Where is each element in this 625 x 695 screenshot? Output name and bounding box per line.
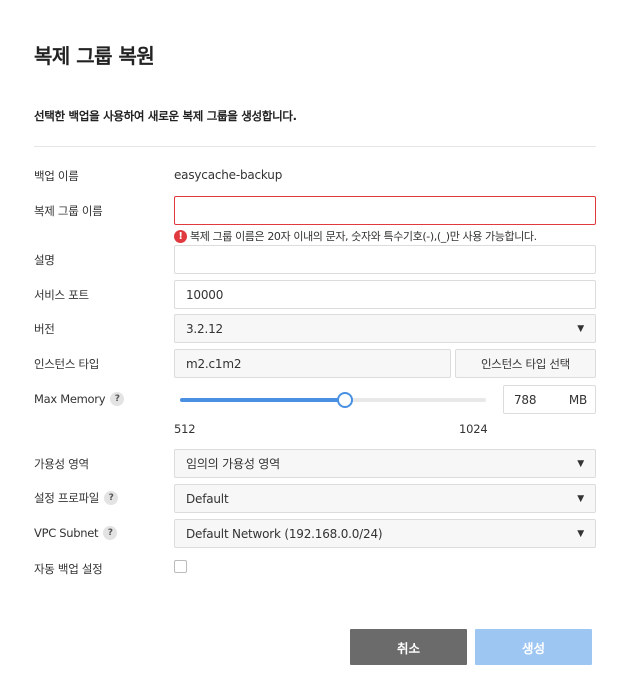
header-divider [34,146,596,147]
config-profile-label-text: 설정 프로파일 [34,491,100,505]
description-input[interactable] [174,245,596,274]
group-name-input[interactable] [174,196,596,225]
version-label: 버전 [34,321,55,337]
slider-min-label: 512 [174,422,196,436]
availability-zone-select[interactable]: 임의의 가용성 영역 ▼ [174,449,596,478]
vpc-subnet-value: Default Network (192.168.0.0/24) [186,526,383,541]
availability-zone-label-text: 가용성 영역 [34,457,89,471]
instance-type-field: m2.c1m2 [174,349,451,378]
vpc-subnet-label-text: VPC Subnet [34,526,99,540]
version-select[interactable]: 3.2.12 ▼ [174,314,596,343]
group-name-error: ! 복제 그룹 이름은 20자 이내의 문자, 숫자와 특수기호(-),(_)만… [174,228,537,244]
dialog-title: 복제 그룹 복원 [34,44,155,68]
help-icon[interactable]: ? [110,392,125,406]
max-memory-label-text: Max Memory [34,392,106,406]
service-port-label: 서비스 포트 [34,287,89,303]
version-value: 3.2.12 [186,321,223,336]
max-memory-value: 788 [514,392,537,407]
backup-name-value: easycache-backup [174,168,283,182]
description-label: 설명 [34,252,55,268]
auto-backup-label-text: 자동 백업 설정 [34,562,103,576]
select-instance-type-button[interactable]: 인스턴스 타입 선택 [455,349,596,378]
slider-max-label: 1024 [459,422,488,436]
instance-type-value: m2.c1m2 [186,356,242,371]
availability-zone-label: 가용성 영역 [34,456,89,472]
config-profile-label: 설정 프로파일 ? [34,490,119,506]
group-name-label-text: 복제 그룹 이름 [34,204,103,218]
config-profile-value: Default [186,491,229,506]
backup-name-label-text: 백업 이름 [34,169,79,183]
description-label-text: 설명 [34,253,55,267]
instance-type-label-text: 인스턴스 타입 [34,357,100,371]
dialog-subtitle: 선택한 백업을 사용하여 새로운 복제 그룹을 생성합니다. [34,109,297,123]
max-memory-input[interactable]: 788 MB [503,385,596,414]
backup-name-label: 백업 이름 [34,168,79,184]
max-memory-unit: MB [568,392,587,407]
create-button[interactable]: 생성 [475,629,592,665]
service-port-input[interactable]: 10000 [174,280,596,309]
max-memory-label: Max Memory ? [34,392,125,406]
chevron-down-icon: ▼ [577,458,584,469]
auto-backup-label: 자동 백업 설정 [34,561,103,577]
service-port-value: 10000 [186,287,224,302]
version-label-text: 버전 [34,322,55,336]
slider-handle[interactable] [336,392,353,408]
max-memory-slider[interactable] [180,392,486,408]
help-icon[interactable]: ? [103,526,118,540]
config-profile-select[interactable]: Default ▼ [174,484,596,513]
group-name-error-text: 복제 그룹 이름은 20자 이내의 문자, 숫자와 특수기호(-),(_)만 사… [190,230,537,243]
cancel-button[interactable]: 취소 [350,629,467,665]
instance-type-label: 인스턴스 타입 [34,356,99,372]
availability-zone-value: 임의의 가용성 영역 [186,457,280,471]
auto-backup-checkbox[interactable] [174,560,187,573]
error-icon: ! [174,229,187,243]
help-icon[interactable]: ? [104,491,119,505]
service-port-label-text: 서비스 포트 [34,288,89,302]
chevron-down-icon: ▼ [577,493,584,504]
chevron-down-icon: ▼ [577,528,584,539]
slider-fill [180,398,345,402]
vpc-subnet-label: VPC Subnet ? [34,526,118,540]
chevron-down-icon: ▼ [577,323,584,334]
vpc-subnet-select[interactable]: Default Network (192.168.0.0/24) ▼ [174,519,596,548]
group-name-label: 복제 그룹 이름 [34,203,103,219]
